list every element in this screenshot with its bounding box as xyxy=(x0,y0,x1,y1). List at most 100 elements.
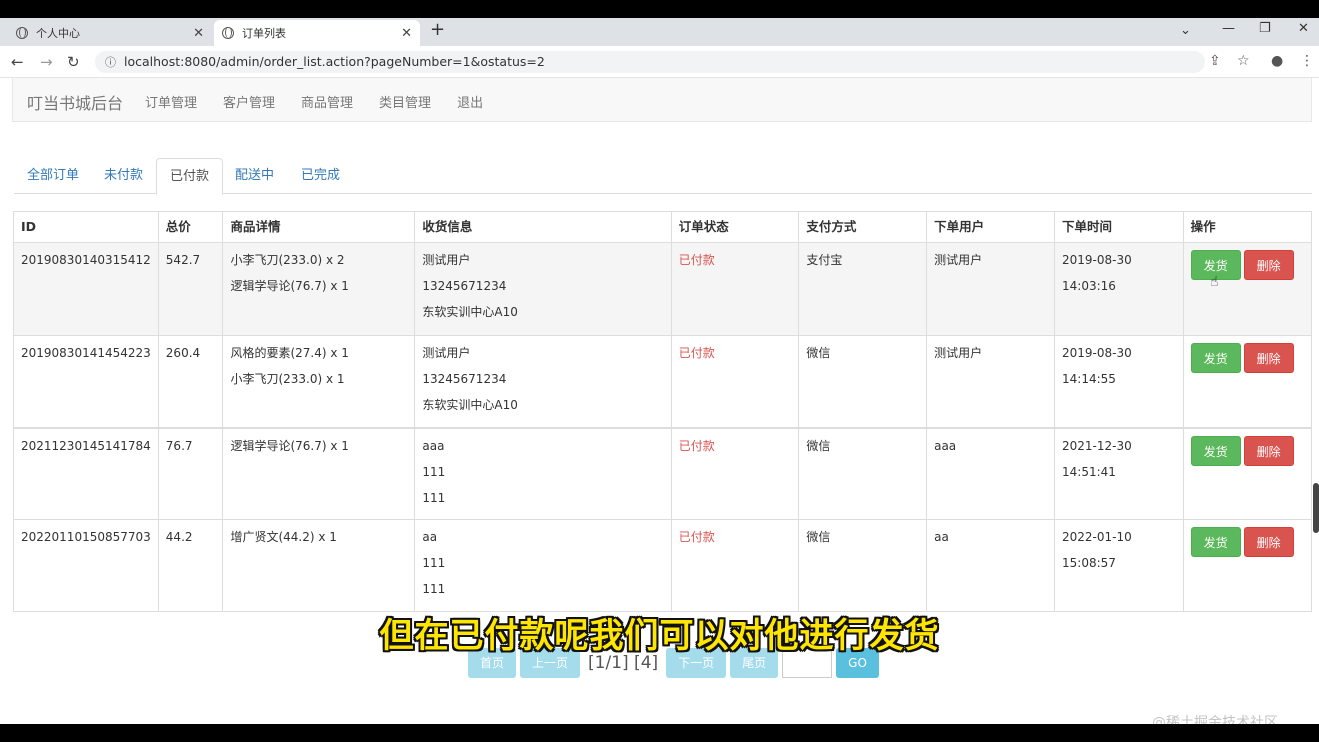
brand-title[interactable]: 叮当书城后台 xyxy=(27,90,123,114)
address-bar-row: ← → ↻ ⓘ localhost:8080/admin/order_list.a… xyxy=(0,46,1319,78)
header-payment: 支付方式 xyxy=(798,211,928,243)
browser-tab-bar: 个人中心 ✕ 订单列表 ✕ + ⌄ — ❐ ✕ xyxy=(0,18,1319,46)
receiver-phone: 13245671234 xyxy=(422,372,507,386)
profile-icon[interactable]: ● xyxy=(1271,53,1283,69)
cell-status: 已付款 xyxy=(670,335,800,428)
nav-links: 订单管理 客户管理 商品管理 类目管理 退出 xyxy=(145,92,483,111)
video-subtitle: 但在已付款呢我们可以对他进行发货 xyxy=(379,616,940,656)
ship-button[interactable]: 发货 xyxy=(1190,527,1241,557)
close-icon[interactable]: ✕ xyxy=(193,26,204,41)
nav-link-orders[interactable]: 订单管理 xyxy=(145,92,197,111)
cell-total: 542.7 xyxy=(157,242,224,336)
order-status-tabs: 全部订单 未付款 已付款 配送中 已完成 xyxy=(14,158,1312,195)
cell-receiver: 测试用户 13245671234 东软实训中心A10 xyxy=(414,242,672,336)
item-line: 小李飞刀(233.0) x 2 xyxy=(230,253,345,267)
header-actions: 操作 xyxy=(1182,211,1313,243)
menu-icon[interactable]: ⋮ xyxy=(1300,53,1314,69)
tab-title: 个人中心 xyxy=(36,27,80,40)
nav-link-products[interactable]: 商品管理 xyxy=(301,92,353,111)
minimize-icon[interactable]: — xyxy=(1222,21,1235,36)
table-row: 20190830140315412 542.7 小李飞刀(233.0) x 2 … xyxy=(13,242,1313,336)
cell-user: aa xyxy=(926,519,1055,612)
receiver-name: aa xyxy=(422,530,438,544)
receiver-phone: 111 xyxy=(422,556,446,570)
cell-user: 测试用户 xyxy=(926,335,1055,428)
cell-receiver: aaa 111 111 xyxy=(414,426,672,520)
header-user: 下单用户 xyxy=(926,211,1055,243)
delete-button[interactable]: 删除 xyxy=(1243,527,1294,557)
receiver-phone: 111 xyxy=(422,464,446,479)
browser-tab-personal-center[interactable]: 个人中心 ✕ xyxy=(8,20,212,46)
tab-shipping[interactable]: 配送中 xyxy=(222,158,287,194)
forward-icon[interactable]: → xyxy=(40,53,53,71)
tab-completed[interactable]: 已完成 xyxy=(288,158,353,194)
table-header-row: ID 总价 商品详情 收货信息 订单状态 支付方式 下单用户 下单时间 操作 xyxy=(13,211,1313,243)
receiver-address: 111 xyxy=(422,490,446,505)
cell-items: 风格的要素(27.4) x 1 小李飞刀(233.0) x 1 xyxy=(222,335,416,428)
cell-items: 小李飞刀(233.0) x 2 逻辑学导论(76.7) x 1 xyxy=(222,242,416,336)
watermark: @稀土掘金技术社区 xyxy=(1152,715,1278,724)
header-id: ID xyxy=(13,211,159,243)
close-window-icon[interactable]: ✕ xyxy=(1298,21,1309,36)
cell-items: 逻辑学导论(76.7) x 1 xyxy=(222,426,416,520)
nav-link-customers[interactable]: 客户管理 xyxy=(223,92,275,111)
cell-status: 已付款 xyxy=(670,426,800,520)
new-tab-icon[interactable]: + xyxy=(430,19,445,40)
back-icon[interactable]: ← xyxy=(11,53,24,71)
tab-unpaid[interactable]: 未付款 xyxy=(91,158,156,194)
maximize-icon[interactable]: ❐ xyxy=(1259,21,1271,36)
share-icon[interactable]: ⇪ xyxy=(1209,53,1221,69)
receiver-address: 东软实训中心A10 xyxy=(422,305,518,319)
star-icon[interactable]: ☆ xyxy=(1237,53,1250,69)
cell-time: 2022-01-10 15:08:57 xyxy=(1054,519,1184,612)
cell-items: 增广贤文(44.2) x 1 xyxy=(222,519,416,612)
browser-tab-order-list[interactable]: 订单列表 ✕ xyxy=(214,20,420,46)
nav-link-categories[interactable]: 类目管理 xyxy=(379,92,431,111)
ship-button[interactable]: 发货 xyxy=(1190,343,1241,373)
item-line: 逻辑学导论(76.7) x 1 xyxy=(230,438,349,453)
header-time: 下单时间 xyxy=(1054,211,1184,243)
delete-button[interactable]: 删除 xyxy=(1243,250,1294,280)
scrollbar-thumb[interactable] xyxy=(1313,483,1319,533)
url-field[interactable]: ⓘ localhost:8080/admin/order_list.action?… xyxy=(95,51,1205,73)
delete-button[interactable]: 删除 xyxy=(1243,343,1294,373)
cell-total: 76.7 xyxy=(157,426,224,520)
nav-link-logout[interactable]: 退出 xyxy=(457,92,483,111)
cell-receiver: 测试用户 13245671234 东软实训中心A10 xyxy=(414,335,672,428)
close-icon[interactable]: ✕ xyxy=(401,26,412,41)
delete-button[interactable]: 删除 xyxy=(1243,435,1294,466)
globe-icon xyxy=(222,27,234,39)
header-items: 商品详情 xyxy=(222,211,416,243)
reload-icon[interactable]: ↻ xyxy=(67,53,80,71)
cell-receiver: aa 111 111 xyxy=(414,519,672,612)
receiver-name: aaa xyxy=(422,438,445,453)
cell-time: 2019-08-30 14:14:55 xyxy=(1054,335,1184,428)
item-line: 增广贤文(44.2) x 1 xyxy=(230,530,337,544)
receiver-address: 东软实训中心A10 xyxy=(422,398,518,412)
item-line: 风格的要素(27.4) x 1 xyxy=(230,346,349,360)
header-status: 订单状态 xyxy=(670,211,800,243)
info-icon[interactable]: ⓘ xyxy=(105,56,116,69)
cell-status: 已付款 xyxy=(670,242,800,336)
tab-all-orders[interactable]: 全部订单 xyxy=(14,158,92,194)
receiver-address: 111 xyxy=(422,582,446,596)
screen: 个人中心 ✕ 订单列表 ✕ + ⌄ — ❐ ✕ ← → ↻ ⓘ localhost… xyxy=(0,0,1319,742)
receiver-name: 测试用户 xyxy=(422,253,471,267)
receiver-name: 测试用户 xyxy=(422,346,471,360)
chevron-down-icon[interactable]: ⌄ xyxy=(1180,23,1191,38)
cell-id: 20190830141454223 xyxy=(13,335,159,428)
globe-icon xyxy=(16,27,28,39)
cell-payment: 微信 xyxy=(798,426,928,520)
cell-status: 已付款 xyxy=(670,519,800,612)
header-receiver: 收货信息 xyxy=(414,211,672,243)
cell-actions: 发货 删除 xyxy=(1182,426,1313,520)
cell-user: aaa xyxy=(926,426,1055,520)
tab-paid[interactable]: 已付款 xyxy=(156,158,224,195)
cell-id: 20211230145141784 xyxy=(13,426,159,520)
receiver-phone: 13245671234 xyxy=(422,279,507,293)
cell-payment: 支付宝 xyxy=(798,242,928,336)
cell-actions: 发货 删除 xyxy=(1182,242,1313,336)
letterbox-top xyxy=(0,0,1319,18)
ship-button[interactable]: 发货 xyxy=(1190,435,1241,466)
cell-actions: 发货 删除 xyxy=(1182,519,1313,612)
